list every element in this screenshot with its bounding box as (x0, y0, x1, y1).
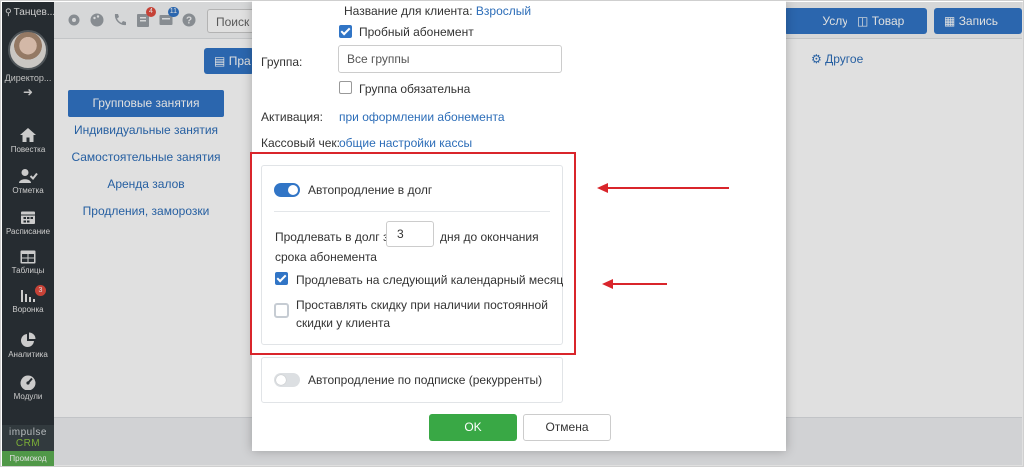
group-required-checkbox[interactable] (339, 81, 352, 94)
client-name-row: Название для клиента: Взрослый (344, 4, 531, 18)
cancel-button[interactable]: Отмена (523, 414, 611, 441)
highlight-box (250, 152, 576, 355)
group-select[interactable]: Все группы (338, 45, 562, 73)
screenshot-frame: ⚲ Танцев... Директор... ➜ Повестка Отметк… (0, 0, 1024, 467)
arrow-icon (602, 279, 667, 289)
trial-label: Пробный абонемент (359, 25, 474, 39)
group-label: Группа: (261, 55, 303, 69)
receipt-link[interactable]: общие настройки кассы (339, 136, 472, 150)
arrow-icon (597, 183, 729, 193)
activation-label: Активация: (261, 110, 323, 124)
client-name-value[interactable]: Взрослый (476, 4, 531, 18)
group-required-label: Группа обязательна (359, 82, 471, 96)
trial-checkbox[interactable] (339, 25, 352, 38)
subscription-renew-panel: Автопродление по подписке (рекурренты) (261, 357, 563, 403)
activation-link[interactable]: при оформлении абонемента (339, 110, 505, 124)
client-name-label: Название для клиента: (344, 4, 473, 18)
ok-button[interactable]: OK (429, 414, 517, 441)
subscription-renew-toggle[interactable] (274, 373, 300, 387)
receipt-label: Кассовый чек: (261, 136, 341, 150)
subscription-renew-label: Автопродление по подписке (рекурренты) (308, 373, 543, 387)
